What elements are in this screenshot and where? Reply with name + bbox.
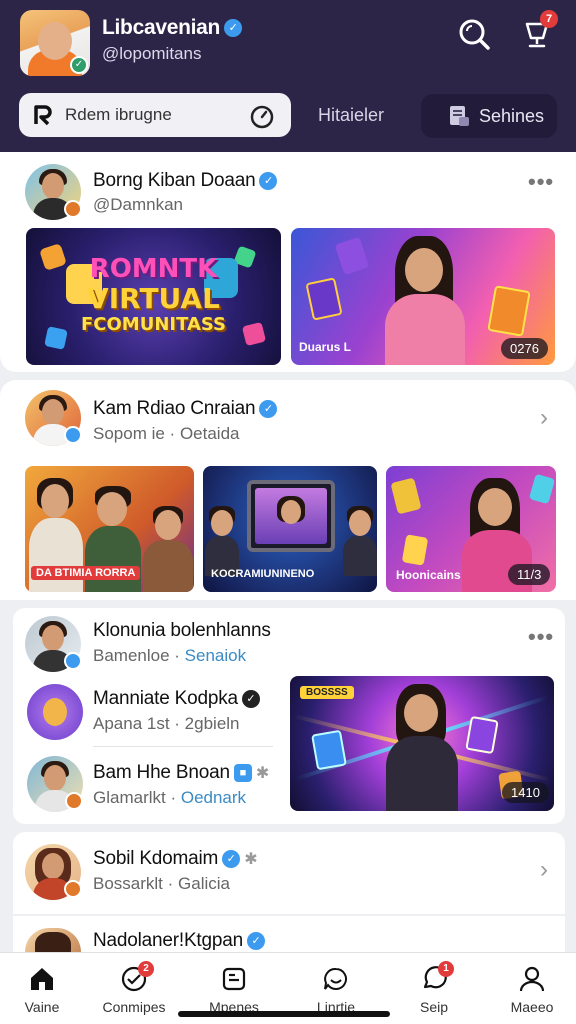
messages-icon <box>222 967 246 991</box>
post-author-handle: @Damnkan <box>93 195 184 214</box>
post-image[interactable]: ROMNTK VIRTUAL FCOMUNITASS <box>26 228 281 365</box>
post-card: Borng Kiban Doaan ✓ @Damnkan ••• ROMNTK V… <box>0 152 576 372</box>
group-card: Klonunia bolenhlanns Bamenloe · Senaiok … <box>13 608 565 824</box>
group-meta: Bamenloe · Senaiok <box>93 646 247 665</box>
invite-icon <box>324 967 347 990</box>
search-button[interactable] <box>456 16 492 52</box>
post-image-subtitle: VIRTUAL <box>87 282 220 315</box>
tab-sehines[interactable]: Sehines <box>421 94 557 138</box>
chevron-right-icon[interactable]: › <box>540 856 548 884</box>
member-name[interactable]: Manniate Kodpka ✓ <box>93 688 260 710</box>
more-icon[interactable]: ••• <box>528 169 554 195</box>
tab-sehines-label: Sehines <box>479 106 545 126</box>
verified-icon: ✓ <box>259 171 278 190</box>
verified-icon: ■ <box>233 763 252 782</box>
verified-icon: ✓ <box>246 931 265 950</box>
app-header: ✓ Libcavenian ✓ @lopomitans 7 Rdem ibrugn… <box>0 0 576 152</box>
verified-icon: ✓ <box>224 19 243 38</box>
nav-chat-label: Seip <box>419 999 449 1015</box>
timer-icon[interactable] <box>249 103 275 129</box>
group-name[interactable]: Klonunia bolenhlanns <box>93 620 271 642</box>
post-author-name[interactable]: Sobil Kdomaim ✓ ✱ <box>93 848 258 870</box>
post-image-count: 11/3 <box>508 564 551 585</box>
post-image-caption: Duarus L <box>299 340 352 354</box>
gear-icon: ✱ <box>244 851 258 868</box>
more-icon[interactable]: ••• <box>528 624 554 650</box>
post-image[interactable]: DA BTIMIA RORRA <box>25 466 194 592</box>
post-card: Sobil Kdomaim ✓ ✱ Bossarklt · Galicia › <box>13 832 565 914</box>
member-meta: Apana 1st · 2gbieln <box>93 714 240 733</box>
notification-badge: 7 <box>540 10 558 28</box>
post-author-meta: Bossarklt · Galicia <box>93 874 230 893</box>
post-image-subtitle-2: FCOMUNITASS <box>80 314 227 335</box>
check-icon: ✓ <box>70 56 88 74</box>
profile-handle: @lopomitans <box>102 44 202 63</box>
post-image-title: ROMNTK <box>89 254 218 284</box>
post-author-name[interactable]: Nadolaner!Ktgpan ✓ <box>93 930 265 952</box>
profile-icon <box>519 966 545 992</box>
nav-profile[interactable]: Maeeo <box>484 953 576 1024</box>
search-placeholder: Rdem ibrugne <box>65 105 172 124</box>
avatar[interactable] <box>25 928 81 952</box>
verified-icon: ✓ <box>259 399 278 418</box>
nav-chat-badge: 1 <box>438 961 454 977</box>
post-image-count: 0276 <box>501 338 548 359</box>
nav-profile-label: Maeeo <box>510 999 554 1015</box>
nav-communities-badge: 2 <box>138 961 154 977</box>
post-author-meta: Sopom ie · Oetaida <box>93 424 240 443</box>
search-input[interactable]: Rdem ibrugne <box>19 93 291 137</box>
post-author-name[interactable]: Kam Rdiao Cnraian ✓ <box>93 398 278 420</box>
tab-hitaieler[interactable]: Hitaieler <box>318 105 384 126</box>
group-image-count: 1410 <box>502 782 549 803</box>
notifications-button[interactable]: 7 <box>520 10 558 52</box>
member-name[interactable]: Bam Hhe Bnoan ■ ✱ <box>93 762 269 784</box>
post-image[interactable]: KOCRAMIUNINENO <box>203 466 377 592</box>
group-image-tag: BOSSSS <box>300 686 354 699</box>
home-icon <box>31 968 53 990</box>
gear-icon: ✱ <box>255 765 270 782</box>
avatar[interactable] <box>27 684 83 740</box>
document-icon <box>450 106 469 126</box>
nav-home-label: Vaine <box>24 999 60 1015</box>
post-image-caption: DA BTIMIA RORRA <box>31 566 141 580</box>
profile-avatar[interactable]: ✓ <box>20 10 90 76</box>
home-indicator[interactable] <box>178 1011 390 1017</box>
nav-chat[interactable]: 1 Seip <box>386 953 482 1024</box>
post-image-caption: Hoonicains <box>396 568 461 582</box>
post-image[interactable]: Hoonicains 11/3 <box>386 466 556 592</box>
profile-name: Libcavenian ✓ <box>102 16 243 40</box>
chevron-right-icon[interactable]: › <box>540 404 548 432</box>
member-meta: Glamarlkt · Oednark <box>93 788 247 807</box>
verified-icon: ✓ <box>241 689 260 708</box>
app-logo-icon <box>34 105 52 126</box>
nav-home[interactable]: Vaine <box>0 953 90 1024</box>
post-image[interactable]: Duarus L 0276 <box>291 228 555 365</box>
nav-communities-label: Conmipes <box>102 999 166 1015</box>
post-author-name[interactable]: Borng Kiban Doaan ✓ <box>93 170 278 192</box>
post-card: Kam Rdiao Cnraian ✓ Sopom ie · Oetaida › … <box>0 380 576 600</box>
group-image[interactable]: BOSSSS 1410 <box>290 676 554 811</box>
nav-communities[interactable]: 2 Conmipes <box>86 953 182 1024</box>
post-card: Nadolaner!Ktgpan ✓ <box>13 916 565 952</box>
post-image-caption: KOCRAMIUNINENO <box>211 568 315 580</box>
verified-icon: ✓ <box>222 849 241 868</box>
search-icon <box>459 19 490 50</box>
